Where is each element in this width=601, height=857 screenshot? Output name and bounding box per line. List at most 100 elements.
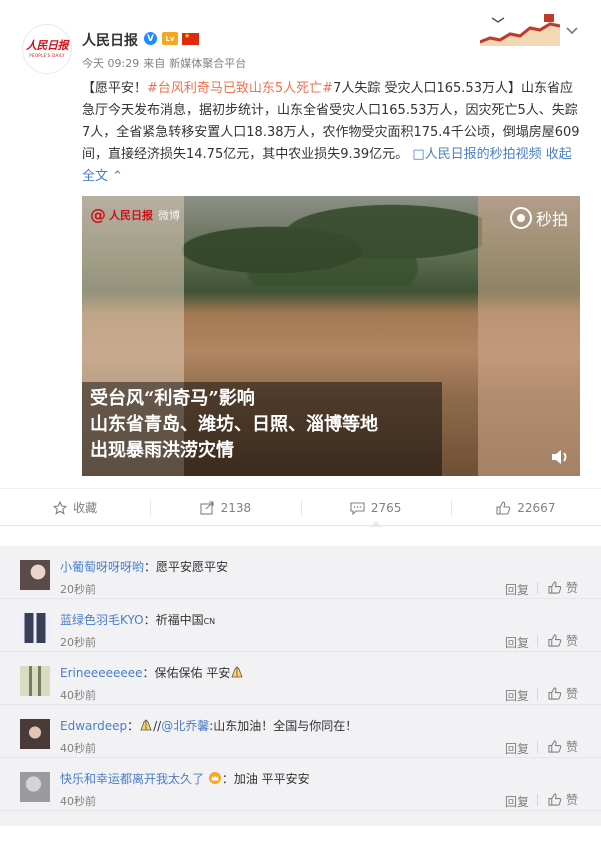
thumbs-up-icon — [548, 687, 562, 700]
repost-button[interactable]: 2138 — [150, 489, 300, 526]
comment-item: 快乐和幸运都离开我太久了 ：加油 平平安安 40秒前 回复 赞 — [0, 758, 601, 811]
comment-line: 小葡萄呀呀呀哟：愿平安愿平安 — [60, 560, 229, 574]
great-wall-banner-icon — [480, 14, 560, 46]
mention-link[interactable]: @北乔馨 — [161, 719, 209, 733]
hashtag-link[interactable]: #台风利奇马已致山东5人死亡# — [147, 81, 333, 96]
miaopai-logo-icon — [509, 207, 532, 229]
volume-icon[interactable] — [550, 448, 570, 466]
caption-line-1: 受台风“利奇马”影响 — [90, 388, 255, 409]
comment-count: 2765 — [370, 500, 402, 515]
watermark-text: 人民日报 — [109, 208, 153, 222]
miaopai-watermark: 秒拍 — [509, 206, 568, 230]
comment-text: 愿平安愿平安 — [156, 560, 229, 574]
divider — [537, 688, 538, 700]
comment-text: 保佑保佑 平安 — [154, 666, 231, 680]
comment-text: 山东加油！全国与你同在！ — [213, 719, 358, 733]
chevron-down-icon[interactable] — [565, 24, 579, 38]
favorite-button[interactable]: 收藏 — [0, 489, 150, 526]
comment-item: Erineeeeeeee：保佑保佑 平安 40秒前 回复 赞 — [0, 652, 601, 705]
publisher-avatar[interactable]: 人民日报 PEOPLE'S DAILY — [22, 24, 72, 74]
verified-icon: V — [144, 32, 157, 45]
comment-like-button[interactable]: 赞 — [548, 685, 578, 702]
publisher-name[interactable]: 人民日报 — [82, 30, 138, 50]
thumbs-up-icon — [548, 634, 562, 647]
commenter-avatar[interactable] — [20, 560, 50, 590]
comment-text: 祈福中国 — [155, 613, 204, 627]
like-label: 赞 — [566, 793, 579, 807]
commenter-name[interactable]: Edwardeep — [60, 719, 127, 733]
comment-line: 快乐和幸运都离开我太久了 ：加油 平平安安 — [60, 772, 310, 786]
video-caption: 受台风“利奇马”影响 山东省青岛、潍坊、日照、淄博等地 出现暴雨洪涝灾情 — [82, 382, 442, 476]
commenter-avatar[interactable] — [20, 666, 50, 696]
reply-button[interactable]: 回复 — [505, 687, 529, 704]
reply-button[interactable]: 回复 — [505, 581, 529, 598]
thumbs-up-icon — [548, 740, 562, 753]
divider — [537, 794, 538, 806]
like-label: 赞 — [566, 581, 579, 595]
comment-like-button[interactable]: 赞 — [548, 632, 578, 649]
chevron-up-icon: ⌃ — [112, 169, 124, 184]
weibo-at-icon: @ — [90, 205, 106, 224]
comment-time: 40秒前 — [60, 742, 96, 755]
commenter-avatar[interactable] — [20, 613, 50, 643]
praying-emoji-icon — [140, 719, 152, 731]
post-text-open: 【愿平安！ — [82, 81, 148, 96]
comment-like-button[interactable]: 赞 — [548, 791, 578, 808]
comment-time: 20秒前 — [60, 636, 96, 649]
video-blur-right — [478, 196, 580, 476]
comment-icon — [350, 501, 365, 515]
commenter-name[interactable]: Erineeeeeeee — [60, 666, 143, 680]
people-daily-watermark: @ 人民日报 微博 — [90, 205, 180, 224]
video-trees — [182, 196, 482, 286]
post-toolbar: 收藏 2138 2765 22667 — [0, 488, 601, 527]
comment-line: Edwardeep：//@北乔馨:山东加油！全国与你同在！ — [60, 719, 358, 733]
post-time[interactable]: 今天 09:29 — [82, 57, 139, 70]
commenter-name[interactable]: 蓝绿色羽毛KYO — [60, 613, 144, 627]
comment-time: 20秒前 — [60, 583, 96, 596]
comment-item: 小葡萄呀呀呀哟：愿平安愿平安 20秒前 回复 赞 — [0, 546, 601, 599]
like-button[interactable]: 22667 — [450, 489, 601, 526]
video-player[interactable]: @ 人民日报 微博 秒拍 受台风“利奇马”影响 山东省青岛、潍坊、日照、淄博等地… — [82, 196, 580, 476]
source-prefix: 来自 — [143, 57, 166, 70]
commenter-name[interactable]: 小葡萄呀呀呀哟 — [60, 560, 144, 574]
divider — [537, 582, 538, 594]
reply-button[interactable]: 回复 — [505, 634, 529, 651]
reply-button[interactable]: 回复 — [505, 740, 529, 757]
comment-time: 40秒前 — [60, 795, 96, 808]
like-count: 22667 — [517, 500, 556, 515]
avatar-logo-subtext: PEOPLE'S DAILY — [29, 53, 65, 58]
thumbs-up-icon — [496, 500, 511, 515]
commenter-avatar[interactable] — [20, 772, 50, 802]
thumbs-up-icon — [548, 581, 562, 594]
comment-line: Erineeeeeeee：保佑保佑 平安 — [60, 664, 244, 681]
favorite-label: 收藏 — [73, 501, 98, 515]
crown-badge-icon — [208, 772, 221, 784]
reply-button[interactable]: 回复 — [505, 793, 529, 810]
like-label: 赞 — [566, 634, 579, 648]
comment-time: 40秒前 — [60, 689, 96, 702]
avatar-logo-text: 人民日报 — [26, 39, 69, 52]
praying-emoji-icon — [231, 666, 243, 678]
divider — [537, 741, 538, 753]
comment-button[interactable]: 2765 — [300, 489, 451, 527]
commenter-name[interactable]: 快乐和幸运都离开我太久了 — [60, 772, 204, 786]
comment-item: Edwardeep：//@北乔馨:山东加油！全国与你同在！ 40秒前 回复 赞 — [0, 705, 601, 758]
star-icon — [53, 500, 68, 515]
repost-count: 2138 — [220, 500, 252, 515]
comment-like-button[interactable]: 赞 — [548, 579, 578, 596]
like-label: 赞 — [566, 740, 579, 754]
comment-like-button[interactable]: 赞 — [548, 738, 578, 755]
comment-line: 蓝绿色羽毛KYO：祈福中国CN — [60, 613, 216, 627]
commenter-avatar[interactable] — [20, 719, 50, 749]
post-source[interactable]: 新媒体聚合平台 — [169, 57, 246, 70]
comment-item: 蓝绿色羽毛KYO：祈福中国CN 20秒前 回复 赞 — [0, 599, 601, 652]
repost-icon — [200, 500, 214, 515]
comment-text: 加油 平平安安 — [233, 772, 310, 786]
watermark-weibo: 微博 — [158, 208, 180, 222]
post-text: 【愿平安！#台风利奇马已致山东5人死亡#7人失踪 受灾人口165.53万人】山东… — [82, 78, 580, 188]
video-link[interactable]: 人民日报的秒拍视频 — [425, 147, 542, 162]
post-meta: 今天 09:29 来自 新媒体聚合平台 — [82, 55, 250, 71]
thumbs-up-icon — [548, 793, 562, 806]
miaopai-text: 秒拍 — [535, 210, 568, 229]
caption-line-3: 出现暴雨洪涝灾情 — [90, 440, 234, 461]
